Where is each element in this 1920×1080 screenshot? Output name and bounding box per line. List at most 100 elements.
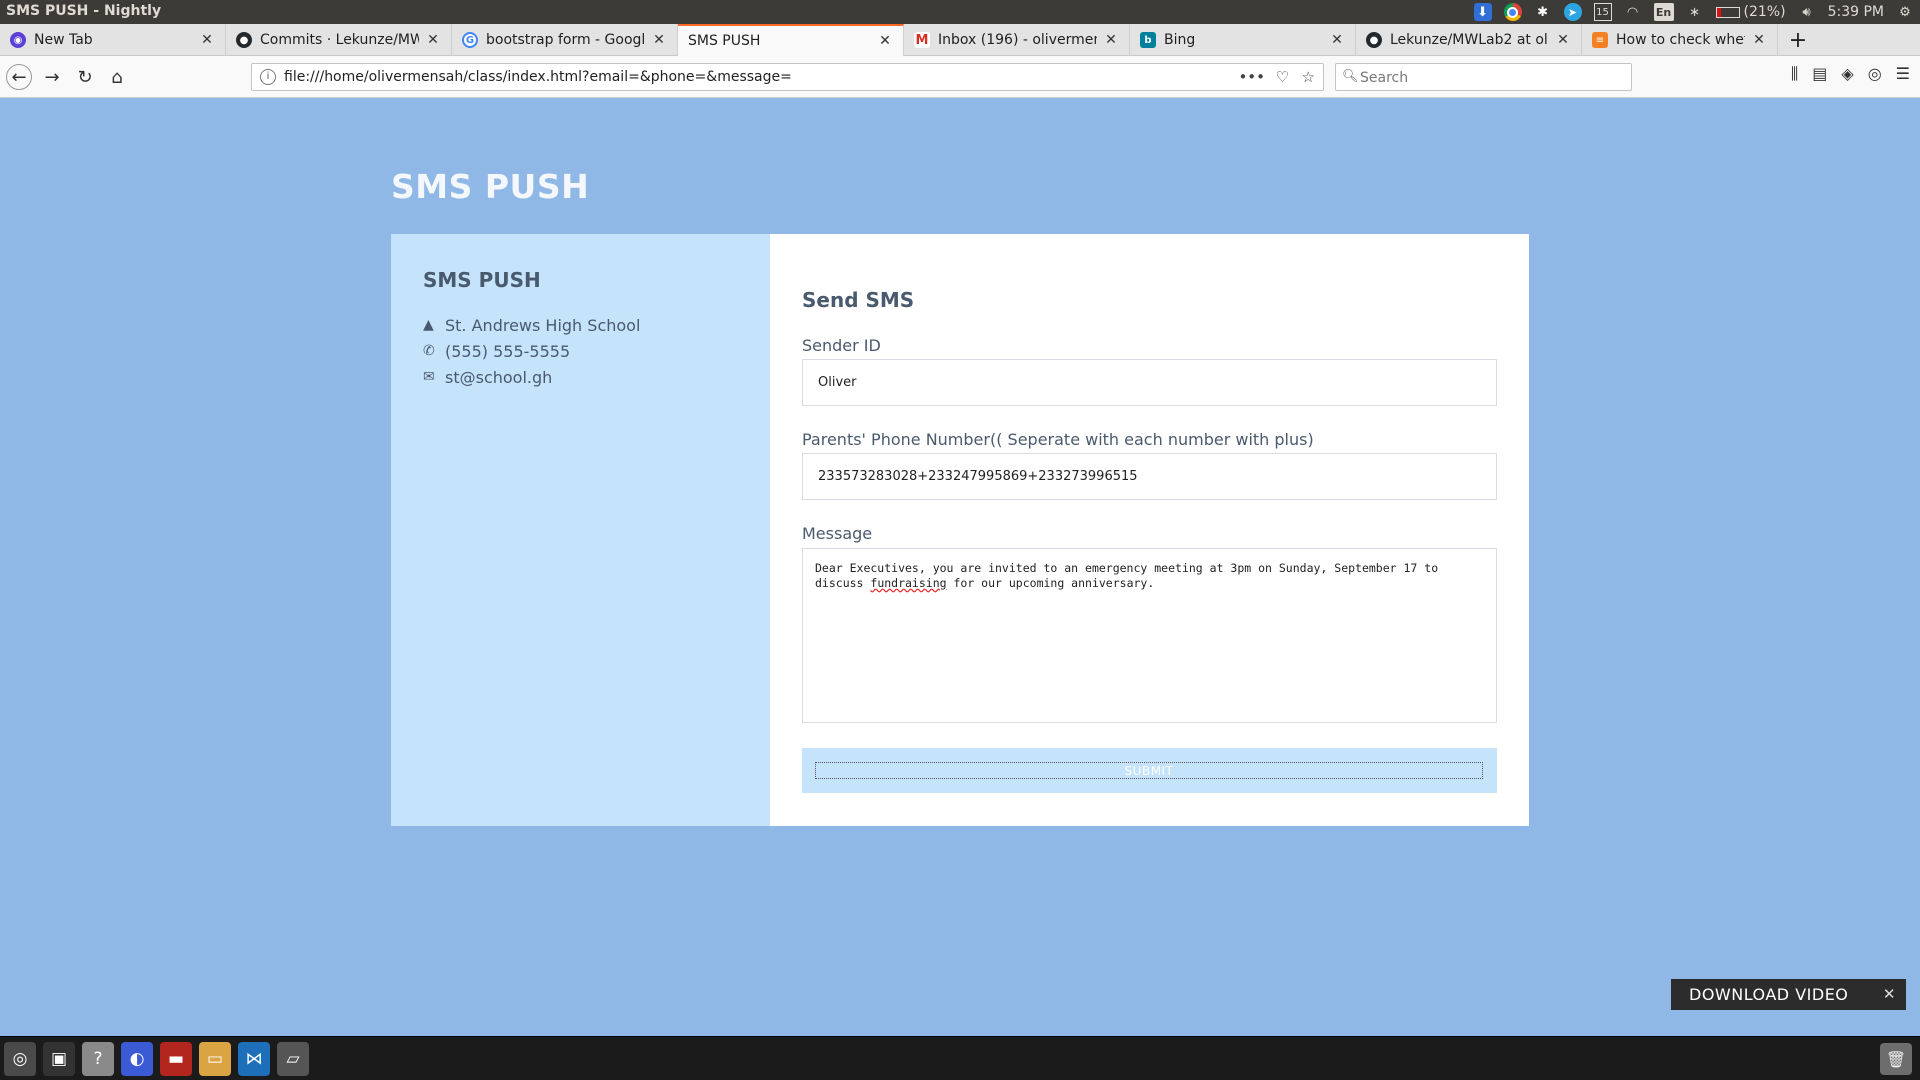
calendar-icon[interactable]: 15 [1593, 3, 1612, 21]
url-text[interactable]: file:///home/olivermensah/class/index.ht… [284, 69, 792, 85]
top-panel: SMS PUSH - Nightly ⬇ ✱ ➤ 15 ◠ En ∗ (21%)… [0, 0, 1920, 24]
sidebar-icon[interactable]: ▤ [1812, 64, 1827, 84]
sender-id-input[interactable] [802, 359, 1497, 406]
school-row: ▲ St. Andrews High School [423, 312, 770, 338]
system-tray: ⬇ ✱ ➤ 15 ◠ En ∗ (21%) 🔊︎ 5:39 PM ⚙ [1473, 0, 1914, 24]
stackoverflow-icon: ≡ [1592, 32, 1608, 48]
drive-icon[interactable]: ▱ [277, 1042, 309, 1076]
sms-form: Send SMS Sender ID Parents' Phone Number… [770, 234, 1529, 826]
bing-icon: b [1140, 32, 1156, 48]
clock[interactable]: 5:39 PM [1828, 4, 1884, 20]
phone-icon: ✆ [423, 343, 435, 359]
phone-row: ✆ (555) 555-5555 [423, 338, 770, 364]
school-phone: (555) 555-5555 [445, 341, 571, 361]
library-icon[interactable]: ⫼ [1791, 64, 1798, 84]
dash-home-icon[interactable]: ◎ [4, 1042, 36, 1076]
firefox-icon: ◉ [10, 32, 26, 48]
submit-button[interactable]: SUBMIT [815, 762, 1483, 779]
tab-stackoverflow[interactable]: ≡ How to check whether a ✕ [1582, 24, 1778, 56]
form-card: SMS PUSH ▲ St. Andrews High School ✆ (55… [391, 234, 1529, 826]
school-email: st@school.gh [445, 367, 553, 387]
volume-icon[interactable]: 🔊︎ [1798, 3, 1816, 21]
home-button[interactable]: ⌂ [104, 64, 130, 90]
search-bar[interactable]: 🔍︎ [1335, 63, 1632, 91]
phone-number-label: Parents' Phone Number(( Seperate with ea… [802, 430, 1314, 449]
trash-icon[interactable]: 🗑︎ [1880, 1043, 1912, 1075]
tab-bing[interactable]: b Bing ✕ [1130, 24, 1356, 56]
github-icon: ● [1366, 32, 1382, 48]
download-video-widget[interactable]: DOWNLOAD VIDEO ✕ [1671, 979, 1906, 1010]
tab-google-search[interactable]: G bootstrap form - Google Search ✕ [452, 24, 678, 56]
close-tab-icon[interactable]: ✕ [1329, 32, 1345, 48]
download-indicator-icon[interactable]: ⬇ [1473, 3, 1492, 21]
account-icon[interactable]: ◎ [1868, 64, 1882, 84]
back-arrow-icon: ← [11, 66, 27, 88]
tab-sms-push[interactable]: SMS PUSH ✕ [678, 24, 904, 56]
github-icon: ● [236, 32, 252, 48]
home-icon: ⌂ [111, 66, 123, 88]
window-title: SMS PUSH - Nightly [6, 3, 162, 19]
chrome-icon[interactable] [1503, 3, 1522, 21]
message-label: Message [802, 524, 873, 543]
tab-label: Commits · Lekunze/MWLab2 [260, 32, 419, 48]
message-textarea[interactable]: Dear Executives, you are invited to an e… [802, 548, 1497, 723]
new-tab-button[interactable]: + [1778, 24, 1818, 56]
site-info-icon[interactable]: i [260, 69, 276, 85]
close-tab-icon[interactable]: ✕ [651, 32, 667, 48]
terminal-icon[interactable]: ▣ [43, 1042, 75, 1076]
pocket-icon[interactable]: ♡ [1276, 68, 1289, 86]
close-tab-icon[interactable]: ✕ [1555, 32, 1571, 48]
firefox-nightly-icon[interactable]: ◐ [121, 1042, 153, 1076]
bluetooth-icon[interactable]: ✱ [1534, 3, 1552, 21]
keyboard-language-indicator[interactable]: En [1653, 3, 1674, 21]
close-tab-icon[interactable]: ✕ [199, 32, 215, 48]
settings-gear-icon[interactable]: ⚙ [1896, 3, 1914, 21]
battery-icon [1715, 6, 1740, 18]
page-actions-icon[interactable]: ••• [1238, 68, 1265, 86]
filezilla-icon[interactable]: ▬ [160, 1042, 192, 1076]
download-video-label[interactable]: DOWNLOAD VIDEO [1689, 985, 1848, 1004]
gmail-icon: M [914, 32, 930, 48]
close-tab-icon[interactable]: ✕ [425, 32, 441, 48]
toolbar-right: ⫼ ▤ ◈ ◎ ☰ [1791, 64, 1910, 84]
tab-inbox[interactable]: M Inbox (196) - olivermensah ✕ [904, 24, 1130, 56]
page-title: SMS PUSH [391, 167, 590, 206]
close-tab-icon[interactable]: ✕ [877, 33, 893, 49]
bluetooth-status-icon[interactable]: ∗ [1686, 3, 1704, 21]
email-row: ✉ st@school.gh [423, 364, 770, 390]
tab-strip: ◉ New Tab ✕ ● Commits · Lekunze/MWLab2 ✕… [0, 24, 1920, 56]
help-icon[interactable]: ? [82, 1042, 114, 1076]
battery-indicator[interactable]: (21%) [1715, 4, 1786, 20]
tab-label: Bing [1164, 32, 1196, 48]
close-tab-icon[interactable]: ✕ [1103, 32, 1119, 48]
tab-new-tab[interactable]: ◉ New Tab ✕ [0, 24, 226, 56]
sender-id-label: Sender ID [802, 336, 881, 355]
telegram-icon[interactable]: ➤ [1563, 3, 1582, 21]
url-bar[interactable]: i file:///home/olivermensah/class/index.… [251, 63, 1324, 91]
message-text-end: for our upcoming anniversary. [946, 576, 1155, 590]
wifi-icon[interactable]: ◠ [1624, 3, 1642, 21]
tab-lekunze-repo[interactable]: ● Lekunze/MWLab2 at oliver ✕ [1356, 24, 1582, 56]
launcher-dock: ◎ ▣ ? ◐ ▬ ▭ ⋈ ▱ 🗑︎ [0, 1036, 1920, 1080]
envelope-icon: ✉ [423, 369, 435, 385]
spellcheck-word: fundraising [870, 576, 947, 590]
reload-button[interactable]: ↻ [72, 64, 98, 90]
form-title: Send SMS [802, 288, 915, 312]
tab-label: New Tab [34, 32, 93, 48]
bookmark-star-icon[interactable]: ☆ [1302, 68, 1315, 86]
screenshot-icon[interactable]: ◈ [1841, 64, 1853, 84]
school-name: St. Andrews High School [445, 315, 641, 335]
close-tab-icon[interactable]: ✕ [1751, 32, 1767, 48]
tab-label: SMS PUSH [688, 33, 761, 49]
forward-button[interactable]: → [39, 64, 65, 90]
back-button[interactable]: ← [6, 64, 32, 90]
phone-number-input[interactable] [802, 453, 1497, 500]
close-icon[interactable]: ✕ [1883, 985, 1896, 1003]
menu-icon[interactable]: ☰ [1896, 64, 1910, 84]
tab-label: How to check whether a [1616, 32, 1745, 48]
vscode-icon[interactable]: ⋈ [238, 1042, 270, 1076]
sidebar-title: SMS PUSH [423, 268, 541, 292]
files-icon[interactable]: ▭ [199, 1042, 231, 1076]
tab-commits[interactable]: ● Commits · Lekunze/MWLab2 ✕ [226, 24, 452, 56]
search-input[interactable] [1360, 68, 1620, 88]
